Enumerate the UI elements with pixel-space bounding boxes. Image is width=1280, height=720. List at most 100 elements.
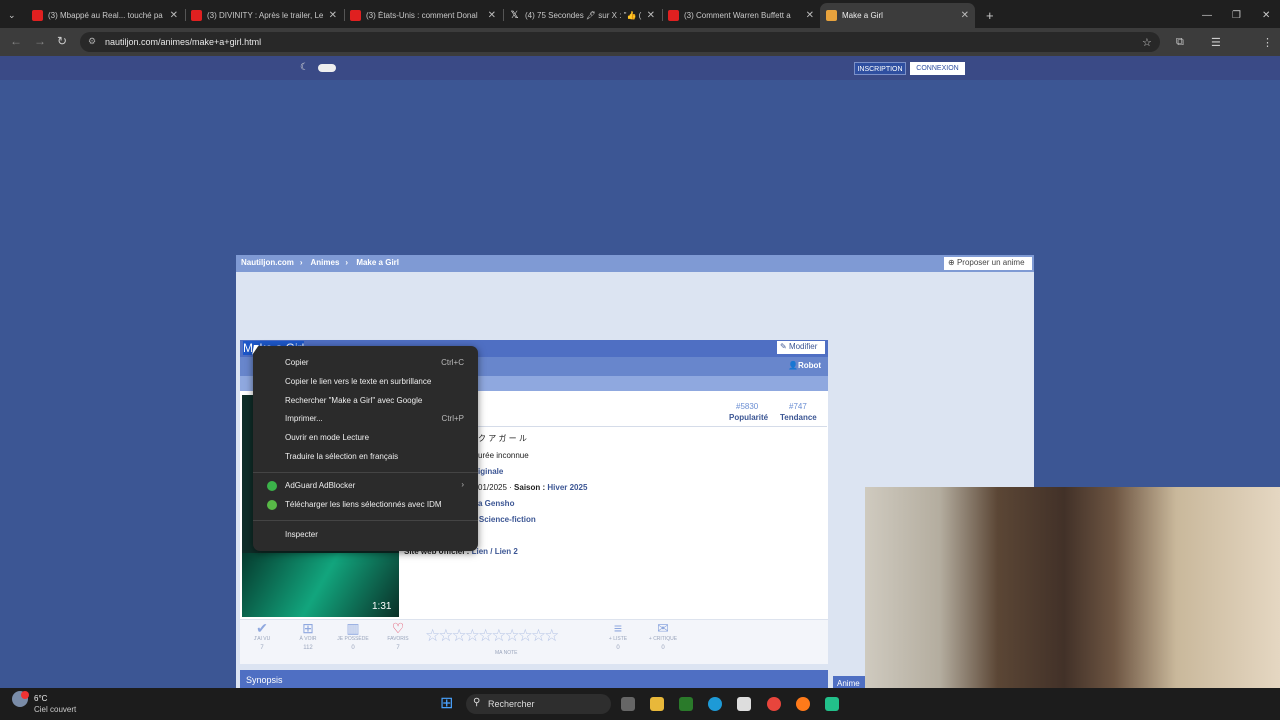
menu-icon[interactable]: ⋮: [1262, 36, 1273, 49]
app-icon[interactable]: [825, 697, 839, 711]
tab-close-icon[interactable]: ✕: [170, 10, 178, 21]
reload-icon[interactable]: ↻: [57, 34, 67, 48]
back-icon[interactable]: ←: [10, 34, 22, 48]
chrome-icon[interactable]: [767, 697, 781, 711]
tab-2[interactable]: (3) DIVINITY : Après le trailer, Le ✕: [185, 3, 343, 28]
trend-rank[interactable]: #747: [789, 402, 807, 411]
menu-item-idm[interactable]: Télécharger les liens sélectionnés avec …: [285, 500, 442, 509]
add-list-button[interactable]: ≡ + LISTE 0: [598, 620, 638, 651]
popularity-rank[interactable]: #5830: [736, 402, 758, 411]
inscription-button[interactable]: INSCRIPTION: [854, 62, 906, 75]
rating-label: MA NOTE: [495, 650, 518, 656]
site-header: [0, 56, 1280, 80]
breadcrumb-home[interactable]: Nautiljon.com: [241, 258, 294, 267]
tab-4[interactable]: 𝕏 (4) 75 Secondes 🖋 sur X : "👍 ( ✕: [503, 3, 661, 28]
season-link[interactable]: Hiver 2025: [547, 483, 587, 492]
tab-search-button[interactable]: ⌄: [2, 3, 24, 28]
breadcrumb-animes[interactable]: Animes: [311, 258, 340, 267]
shortcut: Ctrl+C: [441, 358, 464, 367]
forward-icon[interactable]: →: [34, 34, 46, 48]
menu-item-adguard[interactable]: AdGuard AdBlocker: [285, 481, 355, 490]
seen-button[interactable]: ✔ J'AI VU 7: [242, 620, 282, 651]
file-explorer-icon[interactable]: [650, 697, 664, 711]
site-info-icon[interactable]: ⚙: [88, 36, 96, 47]
menu-item-reading-mode[interactable]: Ouvrir en mode Lecture: [285, 433, 369, 442]
type-link[interactable]: iginale: [478, 467, 503, 476]
tab-close-icon[interactable]: ✕: [806, 10, 814, 21]
site-links[interactable]: Lien / Lien 2: [472, 547, 518, 556]
tab-1[interactable]: (3) Mbappé au Real... touché pa ✕: [26, 3, 184, 28]
youtube-icon: [668, 10, 679, 21]
firefox-icon[interactable]: [796, 697, 810, 711]
reading-list-icon[interactable]: ☰: [1211, 36, 1221, 49]
popularity-label: Popularité: [729, 413, 769, 422]
connexion-button[interactable]: CONNEXION: [910, 62, 965, 75]
action-count: 0: [661, 645, 665, 651]
youtube-icon: [32, 10, 43, 21]
menu-item-copy-link[interactable]: Copier le lien vers le texte en surbrill…: [285, 377, 431, 386]
menu-item-copier[interactable]: Copier: [285, 358, 309, 367]
url-input[interactable]: ⚙ nautiljon.com/animes/make+a+girl.html: [80, 32, 1160, 52]
extensions-icon[interactable]: ⧉: [1176, 36, 1184, 49]
genre-link[interactable]: · Science-fiction: [474, 515, 536, 524]
bookmark-star-icon[interactable]: ☆: [1142, 36, 1152, 49]
edge-icon[interactable]: [708, 697, 722, 711]
menu-item-inspect[interactable]: Inspecter: [285, 530, 318, 539]
tab-close-icon[interactable]: ✕: [488, 10, 496, 21]
action-label: JE POSSÈDE: [337, 636, 369, 642]
maximize-icon[interactable]: ❐: [1226, 3, 1244, 28]
webcam-overlay: [865, 487, 1280, 692]
rating-stars[interactable]: ☆☆☆☆☆☆☆☆☆☆: [425, 626, 559, 646]
add-critique-button[interactable]: ✉ + CRITIQUE 0: [643, 620, 683, 651]
tab-5[interactable]: (3) Comment Warren Buffett a ✕: [662, 3, 820, 28]
windows-start-icon[interactable]: ⊞: [440, 696, 456, 712]
action-count: 0: [616, 645, 620, 651]
breadcrumb-current: Make a Girl: [356, 258, 399, 267]
context-menu: Copier Ctrl+C Copier le lien vers le tex…: [253, 346, 478, 551]
poster-number: 1:31: [372, 601, 392, 612]
check-circle-icon: ✔: [256, 620, 268, 636]
tab-close-icon[interactable]: ✕: [961, 10, 969, 21]
tab-active[interactable]: Make a Girl ✕: [820, 3, 975, 28]
tab-title: Make a Girl: [842, 11, 883, 20]
youtube-icon: [350, 10, 361, 21]
season-label: Saison :: [514, 483, 548, 492]
modifier-button[interactable]: ✎ Modifier: [777, 341, 825, 354]
release-date: 01/2025 · Saison : Hiver 2025: [478, 483, 587, 492]
breadcrumb: Nautiljon.com › Animes › Make a Girl: [236, 255, 1034, 272]
action-count: 0: [351, 645, 355, 651]
action-label: + CRITIQUE: [648, 636, 678, 642]
menu-separator: [253, 472, 478, 473]
notification-badge: [21, 691, 29, 699]
taskbar: [0, 688, 1280, 720]
tab-close-icon[interactable]: ✕: [647, 10, 655, 21]
to-watch-button[interactable]: ⊞ À VOIR 112: [288, 620, 328, 651]
task-view-icon[interactable]: [621, 697, 635, 711]
action-count: 7: [260, 645, 264, 651]
taskbar-search[interactable]: Rechercher: [466, 694, 611, 714]
tab-close-icon[interactable]: ✕: [329, 10, 337, 21]
propose-label: Proposer un anime: [956, 258, 1025, 267]
tab-3[interactable]: (3) États-Unis : comment Donal ✕: [344, 3, 502, 28]
studio-link[interactable]: a Gensho: [478, 499, 514, 508]
close-window-icon[interactable]: ✕: [1256, 3, 1274, 28]
action-label: + LISTE: [608, 636, 628, 642]
menu-item-search-google[interactable]: Rechercher "Make a Girl" avec Google: [285, 396, 422, 405]
new-tab-button[interactable]: +: [980, 3, 1000, 28]
nvidia-icon[interactable]: [679, 697, 693, 711]
favorites-button[interactable]: ♡ FAVORIS 7: [378, 620, 418, 651]
trend-label: Tendance: [780, 413, 817, 422]
menu-item-translate[interactable]: Traduire la sélection en français: [285, 452, 398, 461]
action-count: 112: [303, 645, 313, 651]
studio-value: a Gensho: [478, 499, 515, 508]
nautiljon-icon: [826, 10, 837, 21]
minimize-icon[interactable]: —: [1196, 3, 1214, 28]
add-queue-icon: ⊞: [302, 620, 314, 636]
library-icon: ▥: [346, 620, 360, 636]
menu-item-print[interactable]: Imprimer...: [285, 414, 323, 423]
dark-mode-toggle[interactable]: [318, 64, 336, 72]
owned-button[interactable]: ▥ JE POSSÈDE 0: [333, 620, 373, 651]
propose-anime-button[interactable]: ⊕ Proposer un anime: [944, 257, 1032, 270]
store-icon[interactable]: [737, 697, 751, 711]
action-label: FAVORIS: [387, 636, 409, 642]
